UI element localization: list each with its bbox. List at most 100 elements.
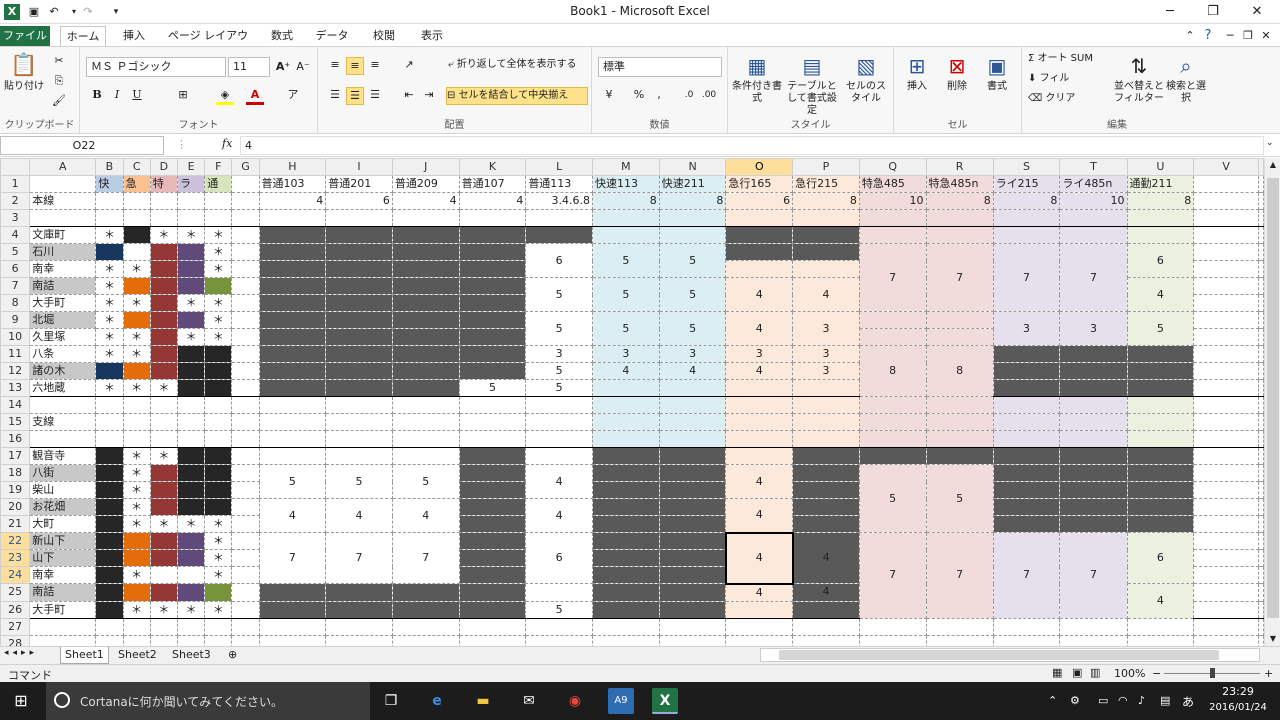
cell[interactable]	[231, 175, 260, 193]
cell[interactable]: 5	[659, 311, 727, 346]
tab-data[interactable]: データ	[312, 26, 352, 46]
cell[interactable]	[1193, 345, 1259, 363]
cell[interactable]: 4	[1127, 277, 1195, 312]
cell[interactable]: ライ215	[993, 175, 1061, 193]
wb-restore-icon[interactable]: ❐	[1238, 26, 1258, 46]
cell[interactable]: お花畑	[29, 498, 97, 516]
page-break-icon[interactable]: ▥	[1090, 666, 1100, 679]
cell[interactable]	[95, 362, 124, 380]
cell[interactable]	[592, 618, 660, 636]
cell[interactable]	[204, 635, 233, 646]
cell[interactable]: 通	[204, 175, 233, 193]
expand-formula-icon[interactable]: ⌄	[1266, 138, 1274, 148]
cell[interactable]: 普通113	[525, 175, 594, 193]
cell[interactable]	[1193, 328, 1259, 346]
cell[interactable]	[95, 243, 124, 261]
cell[interactable]	[123, 583, 151, 602]
cell[interactable]	[926, 328, 994, 346]
cell[interactable]	[259, 635, 327, 646]
edge-icon[interactable]: e	[424, 688, 450, 714]
cell[interactable]	[1127, 209, 1195, 227]
cell[interactable]	[177, 447, 206, 465]
cell-styles-button[interactable]: ▧ セルのスタイル	[842, 51, 890, 105]
clear-button[interactable]: ⌫ クリア	[1028, 93, 1118, 105]
cell[interactable]	[459, 226, 527, 244]
cell[interactable]: 7	[993, 532, 1061, 619]
cell[interactable]	[231, 362, 260, 380]
cell[interactable]	[525, 635, 594, 646]
ime-icon[interactable]: ▤	[1160, 694, 1170, 707]
cell[interactable]	[525, 209, 594, 227]
cell[interactable]	[592, 430, 660, 448]
cell[interactable]	[592, 447, 660, 465]
horizontal-scrollbar[interactable]	[760, 648, 1260, 662]
cell[interactable]	[204, 413, 233, 431]
cell[interactable]	[1193, 566, 1259, 584]
cell[interactable]	[95, 430, 124, 448]
cell[interactable]: 3	[1059, 311, 1128, 346]
currency-icon[interactable]: ¥	[600, 87, 618, 105]
cell[interactable]: 8	[592, 192, 660, 210]
cell[interactable]	[231, 294, 260, 312]
cell[interactable]	[177, 583, 206, 602]
cell[interactable]: ＊	[204, 260, 233, 278]
orientation-icon[interactable]: ↗	[400, 57, 418, 75]
cell[interactable]	[1059, 226, 1128, 244]
cell[interactable]	[792, 260, 860, 278]
insert-cells-button[interactable]: ⊞ 挿入	[898, 51, 936, 93]
number-format-select[interactable]: 標準	[598, 57, 722, 77]
cell[interactable]: 5	[392, 464, 460, 499]
cell[interactable]	[1193, 515, 1259, 533]
cell[interactable]	[1059, 413, 1128, 431]
cell[interactable]	[1193, 583, 1259, 602]
cell[interactable]: 8	[659, 192, 727, 210]
tab-sheet3[interactable]: Sheet3	[168, 647, 215, 664]
cell[interactable]	[150, 464, 179, 482]
row-header[interactable]: 19	[0, 481, 31, 499]
cell[interactable]	[592, 635, 660, 646]
cell[interactable]	[659, 481, 727, 499]
cell[interactable]	[525, 447, 594, 465]
cell[interactable]	[459, 515, 527, 533]
row-header[interactable]: 7	[0, 277, 31, 295]
cell[interactable]	[659, 583, 727, 602]
cell[interactable]: 6	[325, 192, 393, 210]
cell[interactable]: ＊	[177, 226, 206, 244]
cell[interactable]	[1193, 430, 1259, 448]
cell[interactable]	[231, 192, 260, 210]
cell[interactable]: ＊	[95, 379, 124, 397]
row-header[interactable]: 21	[0, 515, 31, 533]
cell[interactable]	[1258, 447, 1264, 465]
cell[interactable]: 3	[659, 345, 727, 363]
cell[interactable]	[459, 498, 527, 516]
cell[interactable]	[29, 396, 97, 414]
cell[interactable]	[725, 243, 794, 261]
active-cell[interactable]: 4	[724, 531, 794, 585]
cell[interactable]	[1127, 379, 1195, 397]
cell[interactable]	[231, 481, 260, 499]
cell[interactable]	[95, 566, 124, 584]
column-header[interactable]: E	[176, 158, 206, 176]
cell[interactable]	[259, 413, 327, 431]
cell[interactable]	[1258, 498, 1264, 516]
cell[interactable]	[325, 311, 393, 329]
cell[interactable]	[592, 413, 660, 431]
cell[interactable]	[993, 413, 1061, 431]
cell[interactable]	[95, 583, 124, 602]
cell[interactable]	[325, 413, 393, 431]
cell[interactable]	[725, 260, 794, 278]
cell[interactable]	[1127, 430, 1195, 448]
cell[interactable]	[259, 345, 327, 363]
cell[interactable]	[659, 566, 727, 584]
cell[interactable]	[1193, 532, 1259, 550]
underline-icon[interactable]: U	[128, 87, 146, 105]
cell[interactable]	[1258, 481, 1264, 499]
cell[interactable]	[659, 532, 727, 550]
cell[interactable]	[792, 430, 860, 448]
cell[interactable]: ＊	[204, 566, 233, 584]
cell[interactable]: 新山下	[29, 532, 97, 550]
row-header[interactable]: 13	[0, 379, 31, 397]
cell[interactable]	[1059, 362, 1128, 380]
cell[interactable]	[259, 396, 327, 414]
cell[interactable]	[792, 515, 860, 533]
